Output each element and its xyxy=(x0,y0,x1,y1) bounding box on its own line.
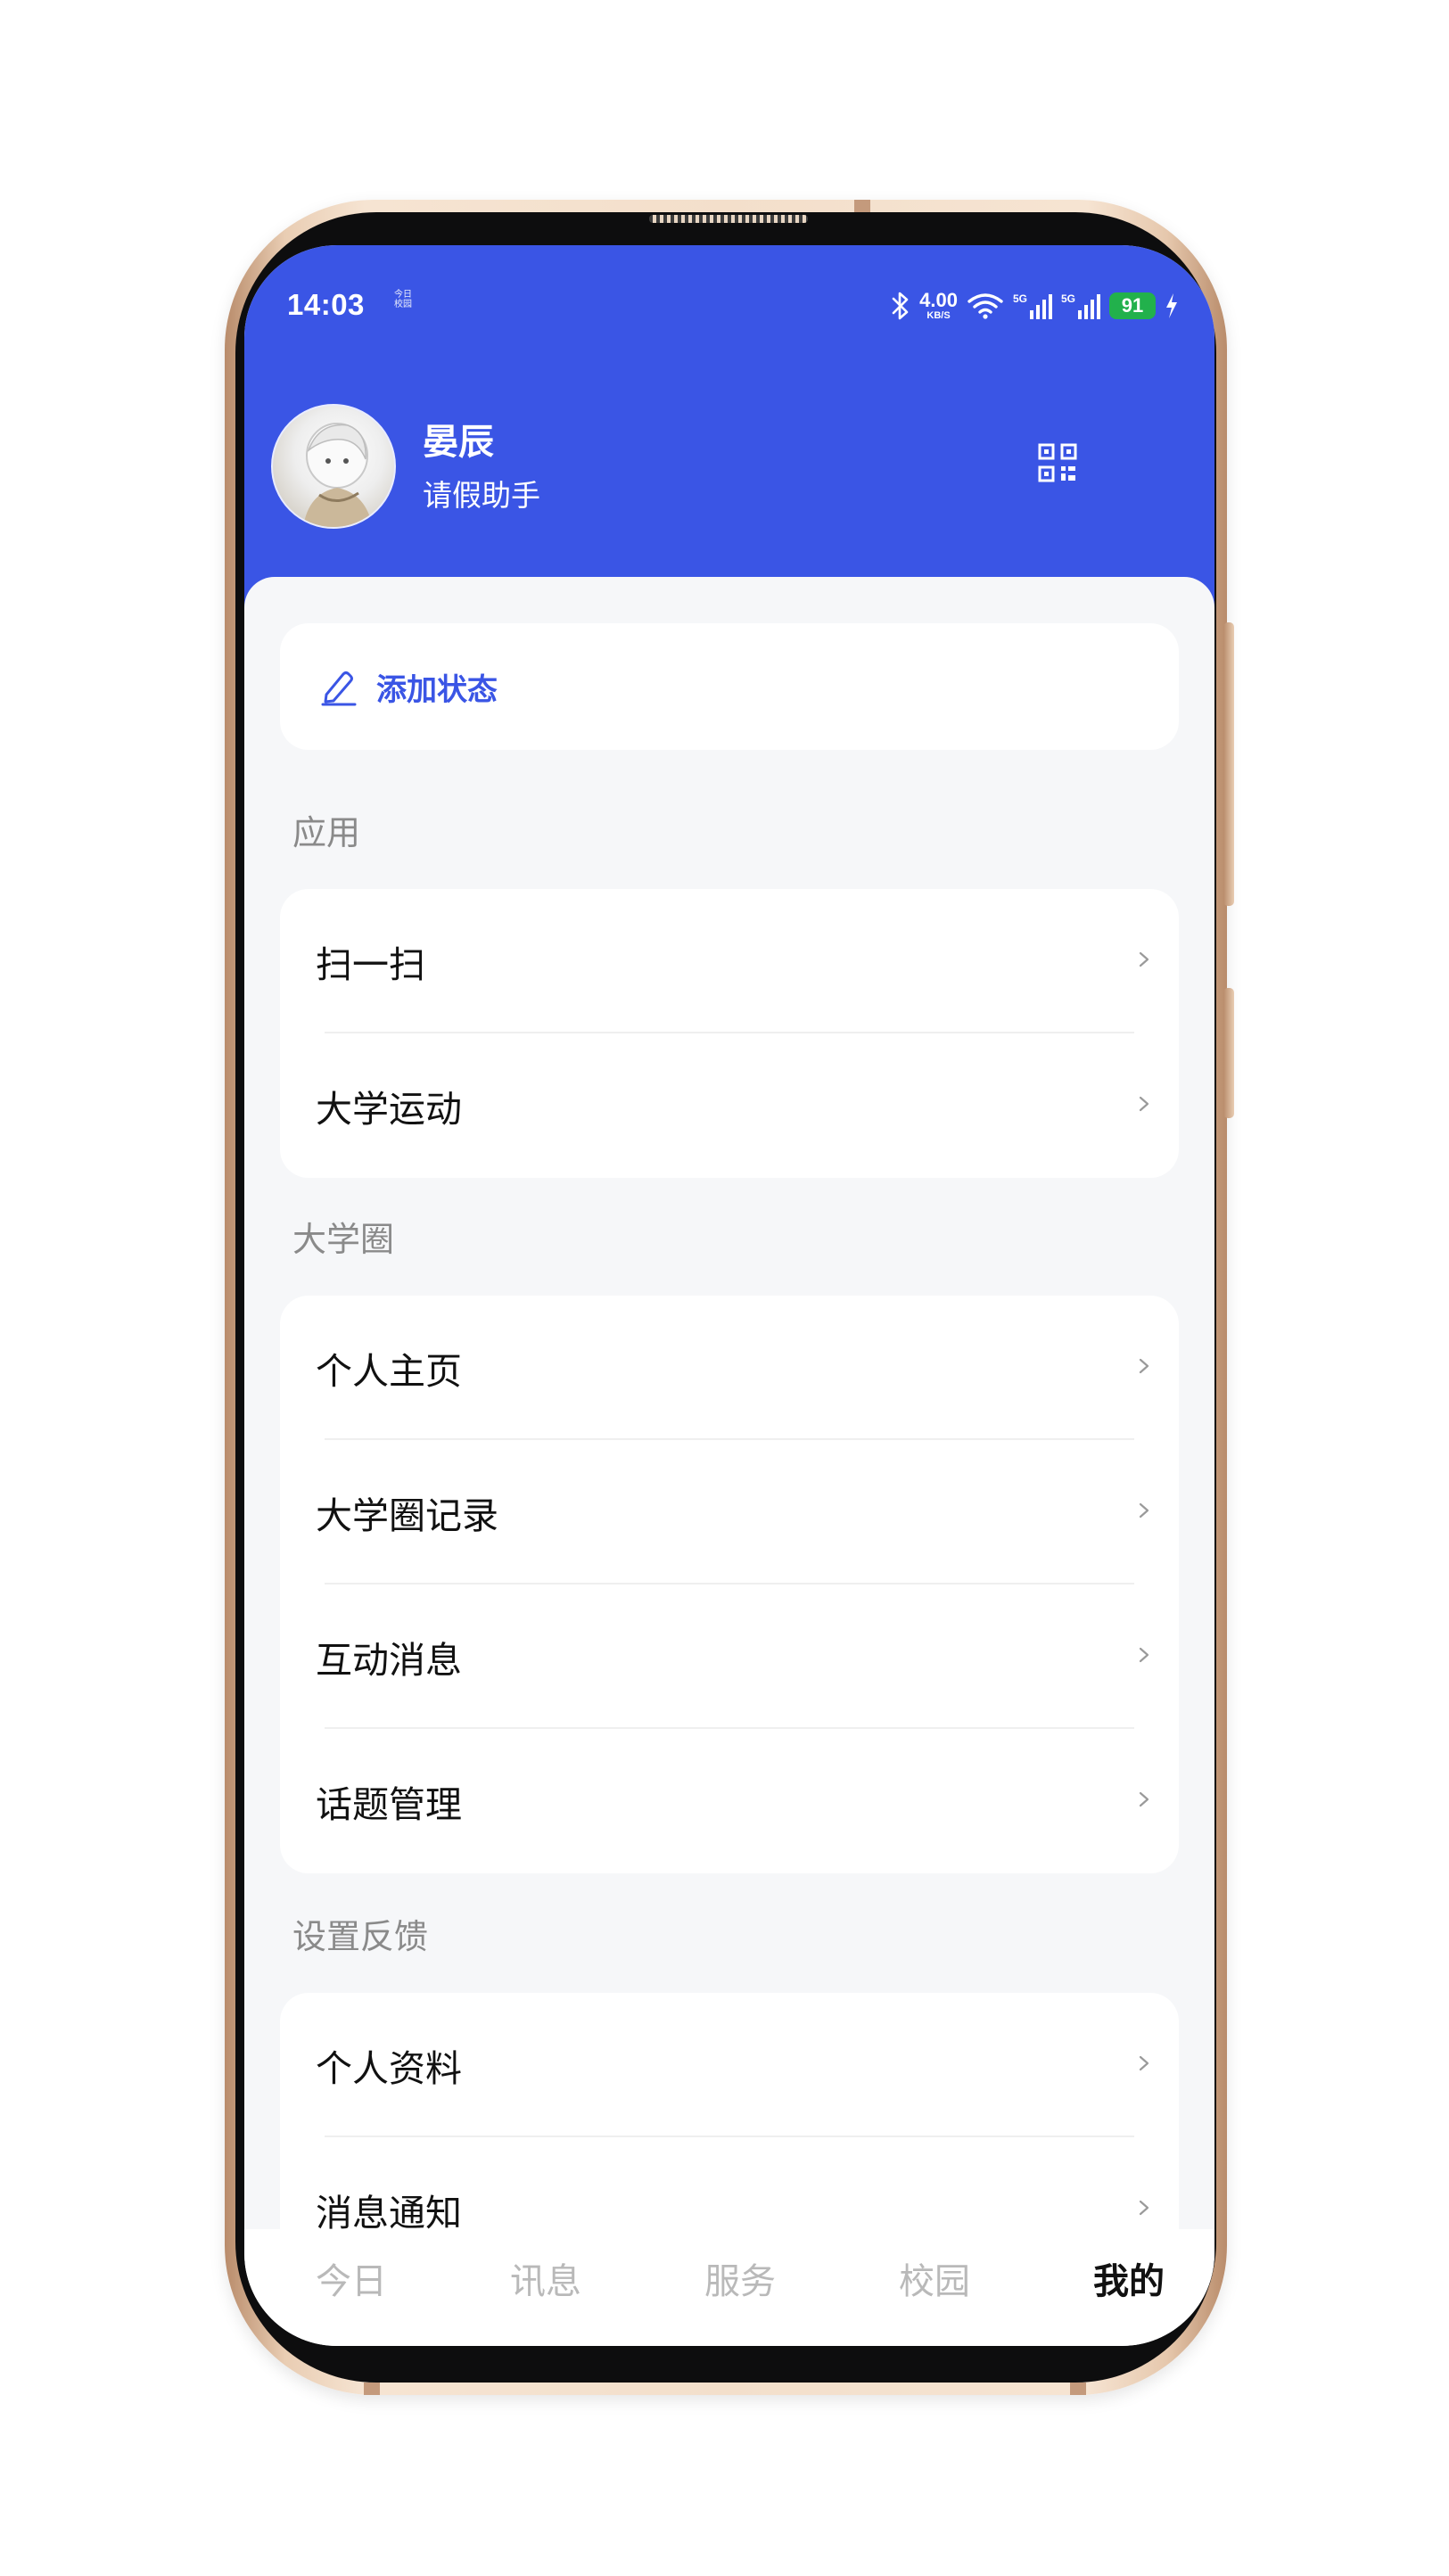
antenna-band xyxy=(1070,2383,1086,2395)
university-circle-card: 个人主页 大学圈记录 互动消息 话题管理 xyxy=(280,1296,1179,1873)
bluetooth-icon xyxy=(892,292,909,320)
user-name: 晏辰 xyxy=(423,422,494,463)
section-title-apps: 应用 xyxy=(292,813,361,852)
profile-header: 14:03 今日 校园 4.00 KB/S 5G 5G 91 晏辰 请假助手 xyxy=(244,245,1214,613)
avatar[interactable] xyxy=(271,404,396,529)
signal-icon xyxy=(1078,294,1100,319)
list-item-scan[interactable]: 扫一扫 xyxy=(280,889,1179,1033)
avatar-illustration xyxy=(303,423,373,527)
tab-services[interactable]: 服务 xyxy=(687,2252,794,2304)
device-mockup: 14:03 今日 校园 4.00 KB/S 5G 5G 91 晏辰 请假助手 添… xyxy=(0,0,1449,2576)
signal-icon xyxy=(1029,294,1052,319)
add-status-label: 添加状态 xyxy=(376,671,498,708)
wifi-icon xyxy=(967,293,1003,319)
user-subtitle: 请假助手 xyxy=(423,478,540,513)
profile-content: 添加状态 应用 扫一扫 大学运动 大学圈 个人主页 大学圈记录 互动消息 话题管… xyxy=(244,577,1214,2282)
apps-card: 扫一扫 大学运动 xyxy=(280,889,1179,1178)
list-item-label: 扫一扫 xyxy=(316,943,425,986)
bottom-tab-bar: 今日 讯息 服务 校园 我的 xyxy=(244,2229,1214,2346)
edit-icon xyxy=(321,671,357,706)
antenna-band xyxy=(854,200,870,212)
network-speed-unit: KB/S xyxy=(926,310,951,321)
speaker-grille xyxy=(649,215,808,223)
list-item-label: 个人资料 xyxy=(316,2047,462,2090)
list-item-circle-records[interactable]: 大学圈记录 xyxy=(280,1440,1179,1584)
antenna-band xyxy=(364,2383,380,2395)
battery-level: 91 xyxy=(1121,294,1144,317)
list-item-label: 互动消息 xyxy=(316,1639,462,1682)
chevron-right-icon xyxy=(1139,1502,1149,1518)
signal-network-label: 5G xyxy=(1012,292,1027,305)
network-speed-value: 4.00 xyxy=(919,289,958,311)
status-mini-text-line: 校园 xyxy=(394,300,412,309)
chevron-right-icon xyxy=(1139,2055,1149,2071)
network-speed: 4.00 KB/S xyxy=(919,291,958,321)
volume-button xyxy=(1223,622,1234,906)
list-item-interaction-messages[interactable]: 互动消息 xyxy=(280,1584,1179,1729)
chevron-right-icon xyxy=(1139,951,1149,967)
section-title-university-circle: 大学圈 xyxy=(292,1220,395,1259)
tab-messages[interactable]: 讯息 xyxy=(492,2252,599,2304)
tab-today[interactable]: 今日 xyxy=(298,2252,405,2304)
tab-me[interactable]: 我的 xyxy=(1075,2252,1182,2304)
add-status-button[interactable]: 添加状态 xyxy=(280,623,1179,750)
chevron-right-icon xyxy=(1139,1791,1149,1807)
signal-indicator: 5G xyxy=(1013,292,1052,319)
list-item-topic-management[interactable]: 话题管理 xyxy=(280,1729,1179,1873)
status-icons: 4.00 KB/S 5G 5G 91 xyxy=(891,286,1179,325)
status-bar: 14:03 今日 校园 4.00 KB/S 5G 5G 91 xyxy=(287,281,1179,334)
list-item-personal-homepage[interactable]: 个人主页 xyxy=(280,1296,1179,1440)
list-item-university-sports[interactable]: 大学运动 xyxy=(280,1033,1179,1178)
signal-network-label: 5G xyxy=(1060,292,1075,305)
chevron-right-icon xyxy=(1139,1647,1149,1663)
list-item-personal-info[interactable]: 个人资料 xyxy=(280,1993,1179,2137)
chevron-right-icon xyxy=(1139,2200,1149,2216)
status-mini-text: 今日 校园 xyxy=(391,290,416,309)
list-item-label: 话题管理 xyxy=(316,1783,462,1826)
signal-indicator: 5G xyxy=(1061,292,1100,319)
power-button xyxy=(1223,988,1234,1118)
qr-code-button[interactable] xyxy=(1034,440,1081,486)
list-item-label: 消息通知 xyxy=(316,2192,462,2234)
list-item-label: 个人主页 xyxy=(316,1350,462,1393)
status-time: 14:03 xyxy=(287,288,365,321)
list-item-label: 大学圈记录 xyxy=(316,1494,498,1537)
section-title-settings-feedback: 设置反馈 xyxy=(292,1917,429,1956)
list-item-label: 大学运动 xyxy=(316,1088,462,1131)
qr-code-icon xyxy=(1038,443,1077,482)
charging-icon xyxy=(1166,293,1177,318)
chevron-right-icon xyxy=(1139,1358,1149,1374)
battery-icon: 91 xyxy=(1109,292,1156,319)
phone-screen: 14:03 今日 校园 4.00 KB/S 5G 5G 91 晏辰 请假助手 添… xyxy=(244,245,1214,2346)
chevron-right-icon xyxy=(1139,1096,1149,1112)
status-mini-text-line: 今日 xyxy=(394,290,412,300)
tab-campus[interactable]: 校园 xyxy=(881,2252,988,2304)
